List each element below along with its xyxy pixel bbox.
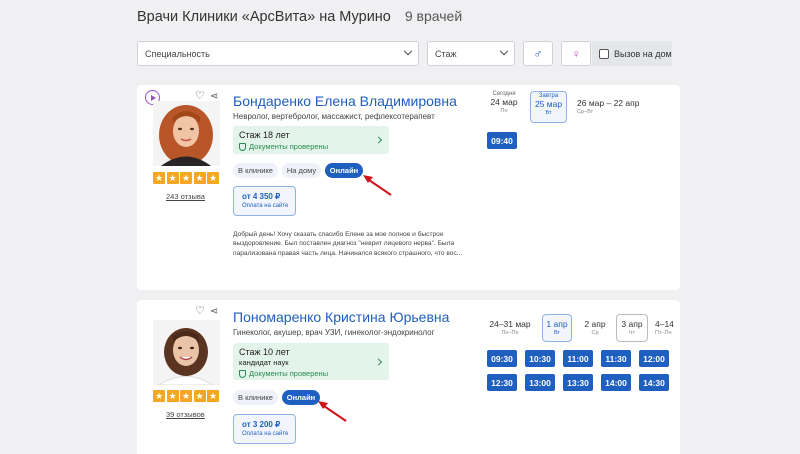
star-icon: ★ [180,172,192,184]
time-slot[interactable]: 13:30 [563,374,593,391]
day-date: 26 мар – 22 апр [577,98,640,108]
price-box[interactable]: от 3 200 ₽ Оплата на сайте [233,414,296,444]
doctor-name[interactable]: Бондаренко Елена Владимировна [233,93,457,109]
star-icon: ★ [193,390,206,402]
day-today[interactable]: Сегодня 24 мар Пн [487,91,521,114]
star-icon: ★ [207,172,219,184]
time-slot[interactable]: 09:40 [487,132,517,149]
day-selected[interactable]: 1 апр Вт [542,314,572,342]
day-date: 25 мар [534,99,563,109]
annotation-arrow [318,401,347,422]
mode-clinic[interactable]: В клинике [233,390,278,405]
day-date: 1 апр [546,319,568,329]
time-slot[interactable]: 13:00 [525,374,555,391]
day-weekday: Пт–Пн [655,330,672,336]
time-slot[interactable]: 12:00 [639,350,669,367]
share-icon[interactable]: ⋖ [210,306,218,317]
day-weekday: Ср–Вт [577,109,594,115]
time-slot[interactable]: 14:30 [639,374,669,391]
chevron-down-icon [499,46,509,55]
day-range[interactable]: 26 мар – 22 апр Ср–Вт [577,98,647,115]
docs-verified-label: Документы проверены [249,369,329,378]
star-icon: ★ [166,390,179,402]
day-range[interactable]: 24–31 мар Пн–Пн [489,319,531,336]
doctor-name[interactable]: Пономаренко Кристина Юрьевна [233,309,449,325]
shield-icon [239,369,246,378]
day-date: 3 апр [621,319,643,329]
day-date: 24 мар [490,97,518,107]
reviews-link[interactable]: 39 отзывов [166,410,205,419]
mode-clinic[interactable]: В клинике [233,163,278,178]
doctor-specialties: Невролог, вертебролог, массажист, рефлек… [233,112,435,121]
review-snippet: Добрый день! Хочу сказать спасибо Елене … [233,231,463,257]
doctor-specialties: Гинеколог, акушер, врач УЗИ, гинеколог-э… [233,328,435,337]
star-icon: ★ [153,172,165,184]
day-item[interactable]: 2 апр Ср [580,319,610,336]
day-date: 4–14 [655,319,674,329]
home-call-label: Вызов на дом [614,48,672,59]
docs-verified: Документы проверены [239,369,383,378]
doctor-card: ♡ ⋖ ★ ★ ★ ★ ★ 39 отзывов Пономаренко Кри… [137,300,680,454]
specialty-select[interactable]: Специальность [137,41,419,66]
doctor-count: 9 врачей [404,8,463,24]
day-tomorrow[interactable]: Завтра 25 мар Вт [530,91,567,123]
chevron-down-icon [403,46,413,55]
time-slot[interactable]: 10:30 [525,350,555,367]
time-slot[interactable]: 12:30 [487,374,517,391]
experience-select[interactable]: Стаж [427,41,515,66]
doctor-card: ♡ ⋖ ★ ★ ★ ★ ★ 243 отзыва Бондаренко Елен… [137,85,680,290]
mode-home[interactable]: На дому [282,163,321,178]
star-icon: ★ [207,390,219,402]
day-item[interactable]: 3 апр Чт [616,314,648,342]
doctor-photo[interactable] [153,320,220,385]
day-range[interactable]: 4–14 Пт–Пн [655,319,680,336]
price-value: от 4 350 ₽ [242,192,281,201]
time-slot[interactable]: 14:00 [601,374,631,391]
experience-box[interactable]: Стаж 10 лет кандидат наук Документы пров… [233,343,389,380]
checkbox-icon[interactable] [599,48,609,59]
star-icon: ★ [180,390,192,402]
price-box[interactable]: от 4 350 ₽ Оплата на сайте [233,186,296,216]
rating-stars: ★ ★ ★ ★ ★ [153,390,219,402]
shield-icon [239,142,246,151]
price-value: от 3 200 ₽ [242,420,281,429]
experience-select-label: Стаж [435,48,457,59]
time-slot[interactable]: 09:30 [487,350,517,367]
price-note: Оплата на сайте [242,203,289,209]
male-filter-button[interactable]: ♂ [523,41,553,66]
price-note: Оплата на сайте [242,431,289,437]
page-header: Врачи Клиники «АрсВита» на Мурино 9 врач… [137,8,462,25]
day-date: 24–31 мар [489,319,531,329]
annotation-arrow [363,175,392,196]
experience-text: Стаж 10 лет [239,347,290,357]
experience-text: Стаж 18 лет [239,130,290,140]
star-icon: ★ [193,172,206,184]
star-icon: ★ [153,390,165,402]
mode-online[interactable]: Онлайн [325,163,363,178]
female-filter-button[interactable]: ♀ [561,41,591,66]
day-weekday: Ср [591,330,599,336]
doctor-photo[interactable] [153,101,220,166]
day-weekday: Пн–Пн [501,330,519,336]
docs-verified: Документы проверены [239,142,383,151]
rating-stars: ★ ★ ★ ★ ★ [153,172,219,184]
day-date: 2 апр [584,319,606,329]
day-weekday: Чт [628,330,636,336]
day-weekday: Пн [500,108,508,114]
day-weekday: Вт [545,110,552,116]
experience-box[interactable]: Стаж 18 лет Документы проверены [233,126,389,154]
male-icon: ♂ [533,46,543,61]
home-call-toggle[interactable]: Вызов на дом [592,41,672,66]
time-slot[interactable]: 11:30 [601,350,631,367]
academic-degree: кандидат наук [239,358,289,367]
heart-icon[interactable]: ♡ [195,306,205,317]
reviews-link[interactable]: 243 отзыва [166,192,205,201]
page-title: Врачи Клиники «АрсВита» на Мурино [137,9,391,25]
day-weekday: Вт [553,330,560,336]
time-slot[interactable]: 11:00 [563,350,593,367]
female-icon: ♀ [571,46,581,61]
docs-verified-label: Документы проверены [249,142,329,151]
specialty-select-label: Специальность [145,48,210,59]
star-icon: ★ [166,172,179,184]
